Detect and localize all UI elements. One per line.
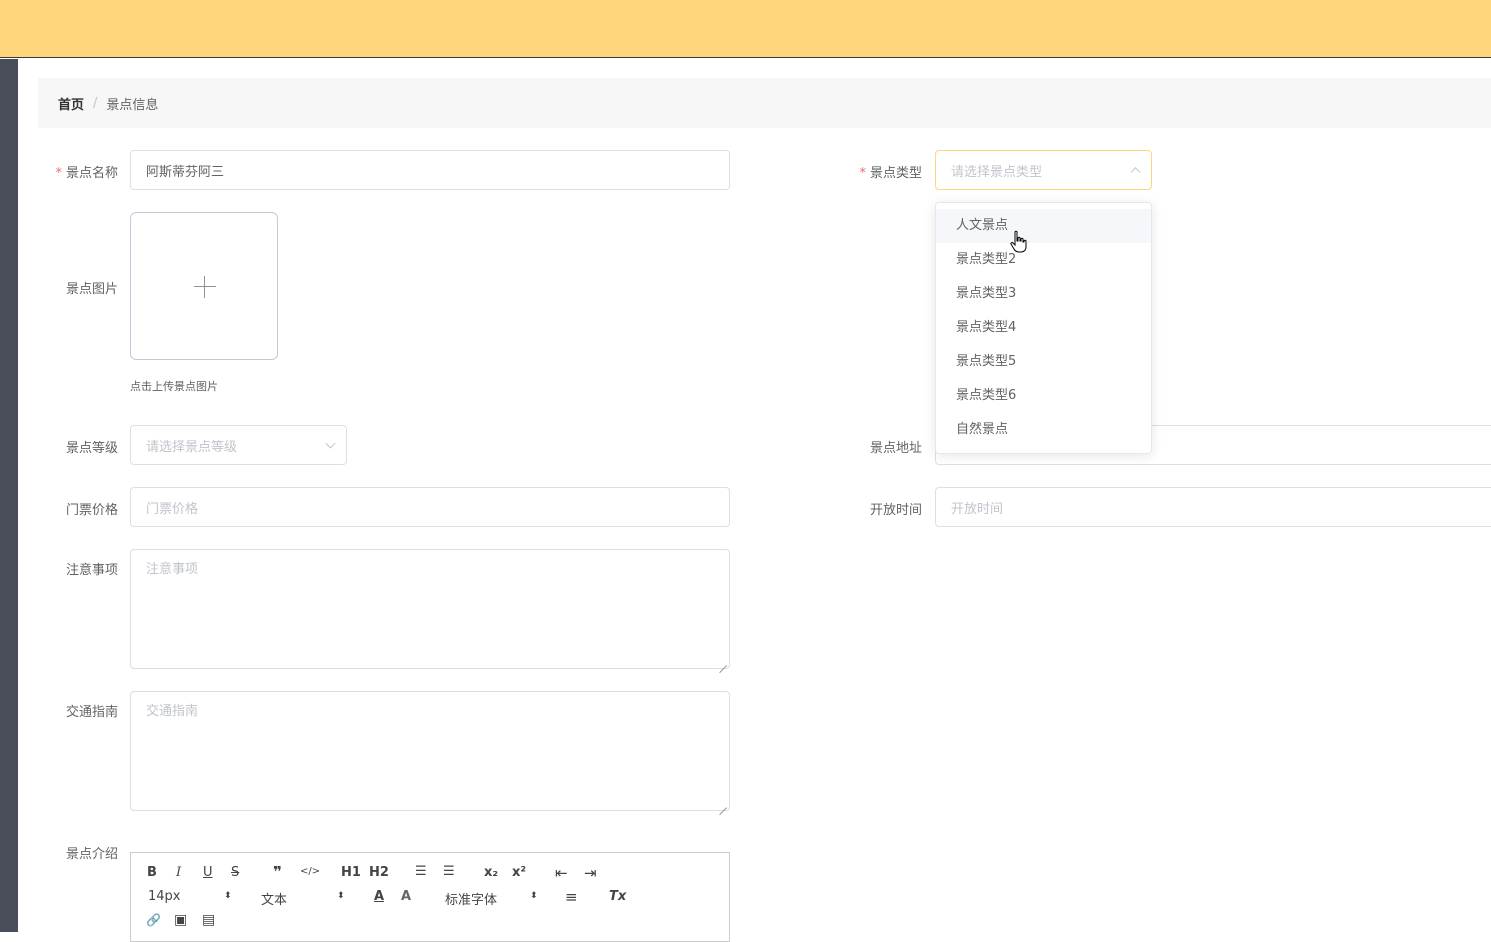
rich-text-editor: B I U S ❞ </> H1 H2 ☰ ☰ x₂ x² ⇤ ⇥ 14px ⬍… xyxy=(130,852,730,942)
clean-format-icon[interactable]: Tx xyxy=(609,889,626,904)
indent-icon[interactable]: ⇥ xyxy=(584,864,597,882)
level-select[interactable]: 请选择景点等级 xyxy=(130,425,347,465)
breadcrumb-current: 景点信息 xyxy=(106,97,159,113)
top-header-bar xyxy=(0,0,1491,58)
header-2-icon[interactable]: H2 xyxy=(369,865,389,880)
bold-icon[interactable]: B xyxy=(147,865,157,880)
notes-textarea[interactable]: 注意事项 xyxy=(130,549,730,669)
image-upload-tip: 点击上传景点图片 xyxy=(130,380,218,393)
name-label: * 景点名称 xyxy=(55,166,118,181)
address-label: 景点地址 xyxy=(869,441,922,456)
updown-arrow-icon: ⬍ xyxy=(530,891,538,901)
dropdown-option[interactable]: 景点类型2 xyxy=(936,243,1151,277)
dropdown-option[interactable]: 景点类型5 xyxy=(936,345,1151,379)
notes-label: 注意事项 xyxy=(65,563,118,578)
type-label: * 景点类型 xyxy=(859,166,922,181)
intro-label: 景点介绍 xyxy=(65,847,118,862)
background-color-icon[interactable]: A xyxy=(401,889,411,904)
image-label: 景点图片 xyxy=(65,282,118,297)
sidebar xyxy=(0,59,18,932)
link-icon[interactable]: 🔗 xyxy=(146,913,161,927)
breadcrumb-home-link[interactable]: 首页 xyxy=(58,94,84,113)
video-icon[interactable]: ▤ xyxy=(202,912,215,928)
updown-arrow-icon: ⬍ xyxy=(337,891,345,901)
open-time-label: 开放时间 xyxy=(869,503,922,518)
image-icon[interactable]: ▣ xyxy=(174,912,187,928)
price-input[interactable]: 门票价格 xyxy=(130,487,730,527)
dropdown-option[interactable]: 自然景点 xyxy=(936,413,1151,447)
dropdown-option[interactable]: 景点类型4 xyxy=(936,311,1151,345)
notes-textarea-placeholder: 注意事项 xyxy=(146,562,199,577)
breadcrumb-separator: / xyxy=(93,95,98,111)
breadcrumb: 首页 / 景点信息 xyxy=(38,78,1491,128)
type-select-placeholder: 请选择景点类型 xyxy=(951,164,1043,180)
name-input-value: 阿斯蒂芬阿三 xyxy=(146,164,225,180)
chevron-up-icon xyxy=(1130,167,1141,178)
blockquote-icon[interactable]: ❞ xyxy=(273,863,282,881)
font-color-icon[interactable]: A xyxy=(374,889,384,904)
bullet-list-icon[interactable]: ☰ xyxy=(443,864,455,879)
dropdown-option[interactable]: 景点类型3 xyxy=(936,277,1151,311)
name-input[interactable]: 阿斯蒂芬阿三 xyxy=(130,150,730,190)
dropdown-option[interactable]: 景点类型6 xyxy=(936,379,1151,413)
dropdown-option[interactable]: 人文景点 xyxy=(936,209,1151,243)
level-label: 景点等级 xyxy=(65,441,118,456)
resize-handle-icon[interactable] xyxy=(719,800,727,808)
italic-icon[interactable]: I xyxy=(176,865,181,880)
outdent-icon[interactable]: ⇤ xyxy=(555,864,568,882)
open-time-input-placeholder: 开放时间 xyxy=(951,501,1004,517)
updown-arrow-icon: ⬍ xyxy=(224,891,232,901)
image-upload-box[interactable] xyxy=(130,212,278,360)
subscript-icon[interactable]: x₂ xyxy=(484,865,498,880)
traffic-textarea-placeholder: 交通指南 xyxy=(146,704,199,719)
font-family-picker[interactable]: 标准字体 ⬍ xyxy=(445,889,541,908)
superscript-icon[interactable]: x² xyxy=(512,865,526,880)
open-time-input[interactable]: 开放时间 xyxy=(935,487,1491,527)
header-1-icon[interactable]: H1 xyxy=(341,865,361,880)
type-select[interactable]: 请选择景点类型 xyxy=(935,150,1152,190)
header-picker[interactable]: 文本 ⬍ xyxy=(261,889,345,908)
chevron-down-icon xyxy=(325,438,336,449)
traffic-textarea[interactable]: 交通指南 xyxy=(130,691,730,811)
ordered-list-icon[interactable]: ☰ xyxy=(415,864,427,879)
type-dropdown-menu: 人文景点 景点类型2 景点类型3 景点类型4 景点类型5 景点类型6 自然景点 xyxy=(935,202,1152,454)
strike-icon[interactable]: S xyxy=(231,865,239,880)
traffic-label: 交通指南 xyxy=(65,705,118,720)
hand-pointer-icon xyxy=(1010,230,1027,253)
price-label: 门票价格 xyxy=(65,503,118,518)
price-input-placeholder: 门票价格 xyxy=(146,501,199,517)
level-select-placeholder: 请选择景点等级 xyxy=(146,439,238,455)
font-size-picker[interactable]: 14px ⬍ xyxy=(148,889,232,904)
align-icon[interactable]: ≡ xyxy=(565,888,578,906)
resize-handle-icon[interactable] xyxy=(719,658,727,666)
code-block-icon[interactable]: </> xyxy=(300,866,320,877)
underline-icon[interactable]: U xyxy=(203,865,213,880)
